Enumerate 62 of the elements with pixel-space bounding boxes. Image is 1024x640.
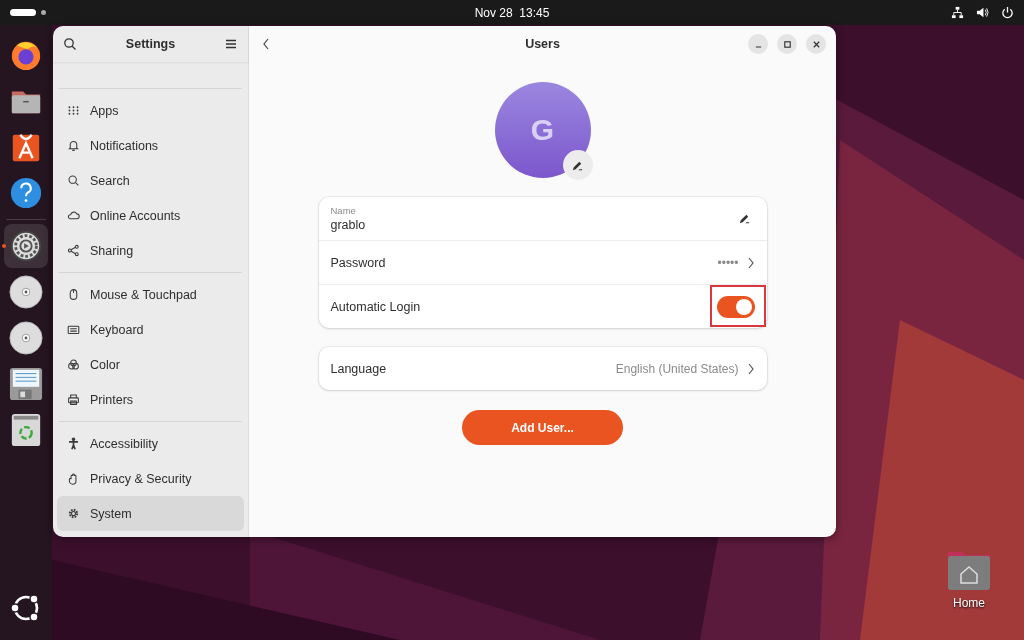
search-icon[interactable] (63, 37, 77, 51)
keyboard-icon (67, 323, 80, 336)
hand-icon (67, 472, 80, 485)
color-icon (67, 358, 80, 371)
cloud-icon (67, 209, 80, 222)
question-mark-icon (9, 176, 43, 210)
sidebar-item[interactable]: Sharing (57, 233, 244, 268)
close-button[interactable] (806, 34, 826, 54)
sidebar-item[interactable]: Printers (57, 382, 244, 417)
dock-item[interactable] (4, 224, 48, 268)
sidebar-item[interactable]: System (57, 496, 244, 531)
password-label: Password (330, 255, 386, 270)
sidebar-item[interactable]: Privacy & Security (57, 461, 244, 496)
home-label[interactable]: Home (953, 596, 985, 610)
workspace-dot[interactable] (41, 10, 46, 15)
language-label: Language (330, 361, 387, 376)
language-value: English (United States) (615, 361, 739, 376)
trash-bin-icon (9, 413, 43, 447)
search-icon (67, 174, 80, 187)
minimize-icon (754, 45, 762, 48)
apps-icon (67, 104, 80, 117)
network-icon[interactable] (951, 6, 964, 19)
avatar-initial: G (530, 113, 555, 147)
automatic-login-switch[interactable] (716, 295, 755, 318)
maximize-icon (782, 39, 792, 49)
printer-icon (67, 393, 80, 406)
automatic-login-label: Automatic Login (330, 299, 421, 314)
gear-icon (9, 229, 43, 263)
sidebar-item[interactable]: Notifications (57, 128, 244, 163)
minimize-button[interactable] (748, 34, 768, 54)
sidebar-item[interactable]: Accessibility (57, 426, 244, 461)
bell-icon (67, 139, 80, 152)
close-icon (811, 39, 821, 49)
edit-avatar-button[interactable] (562, 150, 593, 180)
power-icon[interactable] (1001, 6, 1014, 19)
add-user-button[interactable]: Add User... (462, 410, 623, 445)
gear-icon (67, 507, 80, 520)
name-value: grablo (330, 218, 366, 232)
window-title: Users (525, 37, 560, 51)
sidebar-item[interactable]: Keyboard (57, 312, 244, 347)
share-icon (67, 244, 80, 257)
menu-icon[interactable] (224, 37, 238, 51)
pencil-icon (737, 212, 751, 225)
sidebar-item[interactable]: Search (57, 163, 244, 198)
volume-icon[interactable] (976, 6, 989, 19)
disc-icon (9, 321, 43, 355)
sidebar-item[interactable]: Apps (57, 93, 244, 128)
workspace-indicator[interactable] (10, 9, 36, 16)
disc-icon (9, 275, 43, 309)
password-value: ••••• (717, 255, 739, 270)
sidebar-item[interactable]: Mouse & Touchpad (57, 277, 244, 312)
person-icon (67, 437, 80, 450)
app-grid-icon[interactable] (10, 592, 42, 624)
name-label: Name (330, 205, 357, 216)
chevron-right-icon[interactable] (746, 362, 755, 375)
maximize-button[interactable] (777, 34, 797, 54)
mouse-icon (67, 288, 80, 301)
sidebar-title: Settings (125, 37, 176, 51)
clock[interactable]: Nov 28 13:45 (474, 5, 550, 20)
chevron-right-icon[interactable] (746, 256, 755, 269)
sidebar-item[interactable]: Color (57, 347, 244, 382)
sidebar-item[interactable]: Online Accounts (57, 198, 244, 233)
